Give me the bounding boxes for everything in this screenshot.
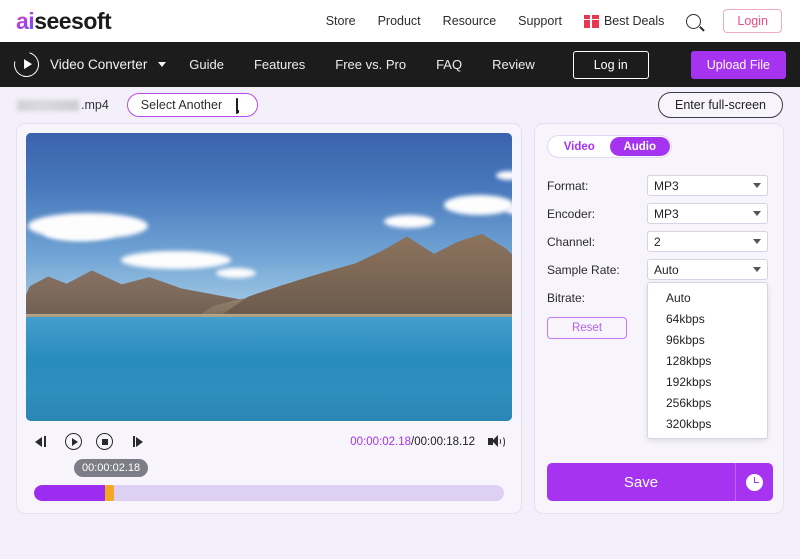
progress-tooltip-row: 00:00:02.18 bbox=[26, 450, 512, 477]
encoder-value: MP3 bbox=[654, 206, 679, 221]
nav-faq[interactable]: FAQ bbox=[436, 57, 462, 72]
bitrate-option-256[interactable]: 256kbps bbox=[648, 392, 767, 413]
product-name-label: Video Converter bbox=[50, 57, 148, 72]
bitrate-dropdown-list: Auto 64kbps 96kbps 128kbps 192kbps 256kb… bbox=[647, 282, 768, 439]
format-row: Format: MP3 bbox=[547, 175, 771, 196]
sample-rate-value: Auto bbox=[654, 262, 679, 277]
total-time: 00:00:18.12 bbox=[414, 435, 475, 448]
format-value: MP3 bbox=[654, 178, 679, 193]
sample-rate-label: Sample Rate: bbox=[547, 262, 620, 277]
main-content: 00:00:02.18/00:00:18.12 00:00:02.18 Vide… bbox=[0, 123, 800, 514]
top-nav-support[interactable]: Support bbox=[518, 14, 562, 28]
settings-panel: Video Audio Format: MP3 Encoder: MP3 Cha… bbox=[534, 123, 784, 514]
sample-rate-row: Sample Rate: Auto bbox=[547, 259, 771, 280]
top-nav-product[interactable]: Product bbox=[378, 14, 421, 28]
save-history-button[interactable] bbox=[735, 463, 773, 501]
time-display: 00:00:02.18/00:00:18.12 bbox=[350, 435, 505, 449]
product-nav-links: Guide Features Free vs. Pro FAQ Review L… bbox=[189, 50, 786, 79]
format-label: Format: bbox=[547, 178, 589, 193]
redacted-filename bbox=[17, 99, 79, 111]
progress-bar[interactable] bbox=[34, 485, 504, 501]
tab-video[interactable]: Video bbox=[549, 137, 610, 156]
time-readout: 00:00:02.18/00:00:18.12 bbox=[350, 436, 475, 448]
monitor-icon bbox=[230, 97, 244, 114]
chevron-down-icon bbox=[753, 239, 761, 244]
gift-icon bbox=[583, 14, 599, 28]
bitrate-option-64[interactable]: 64kbps bbox=[648, 308, 767, 329]
clock-icon bbox=[746, 473, 763, 491]
search-icon[interactable] bbox=[686, 13, 702, 29]
play-circle-icon bbox=[9, 47, 44, 82]
logo-suffix: seesoft bbox=[34, 7, 112, 34]
channel-value: 2 bbox=[654, 234, 661, 249]
progress-fill bbox=[34, 485, 105, 501]
select-another-button[interactable]: Select Another bbox=[126, 93, 259, 117]
nav-free-vs-pro[interactable]: Free vs. Pro bbox=[335, 57, 406, 72]
chevron-down-icon bbox=[753, 183, 761, 188]
media-type-toggle: Video Audio bbox=[547, 135, 672, 158]
enter-fullscreen-button[interactable]: Enter full-screen bbox=[657, 92, 783, 118]
file-bar: .mp4 Select Another Enter full-screen bbox=[0, 87, 800, 123]
transport-buttons bbox=[34, 433, 144, 450]
progress-tooltip: 00:00:02.18 bbox=[74, 459, 149, 477]
video-preview[interactable] bbox=[26, 133, 512, 421]
lake-region bbox=[26, 317, 512, 421]
upload-file-button[interactable]: Upload File bbox=[690, 50, 786, 79]
channel-label: Channel: bbox=[547, 234, 596, 249]
login-button[interactable]: Login bbox=[723, 9, 782, 33]
reset-button[interactable]: Reset bbox=[547, 317, 627, 339]
fast-forward-icon[interactable] bbox=[127, 433, 144, 450]
select-another-label: Select Another bbox=[140, 98, 223, 112]
progress-handle[interactable] bbox=[104, 485, 114, 501]
product-brand[interactable]: Video Converter bbox=[9, 47, 167, 82]
save-button[interactable]: Save bbox=[547, 463, 735, 501]
top-header-bar: ai seesoft Store Product Resource Support… bbox=[0, 0, 800, 42]
nav-guide[interactable]: Guide bbox=[189, 57, 224, 72]
channel-row: Channel: 2 bbox=[547, 231, 771, 252]
chevron-down-icon bbox=[753, 211, 761, 216]
file-extension: .mp4 bbox=[81, 98, 109, 112]
top-nav-store[interactable]: Store bbox=[326, 14, 356, 28]
bitrate-label: Bitrate: bbox=[547, 290, 586, 305]
cloud bbox=[44, 225, 114, 241]
encoder-label: Encoder: bbox=[547, 206, 596, 221]
nav-features[interactable]: Features bbox=[254, 57, 305, 72]
current-time: 00:00:02.18 bbox=[350, 435, 412, 448]
volume-icon[interactable] bbox=[488, 435, 505, 449]
top-navigation: Store Product Resource Support Best Deal… bbox=[326, 9, 782, 33]
progress-bar-wrap bbox=[26, 477, 512, 501]
cloud bbox=[384, 215, 434, 228]
bitrate-option-320[interactable]: 320kbps bbox=[648, 413, 767, 434]
logo-prefix: ai bbox=[16, 7, 35, 34]
encoder-select[interactable]: MP3 bbox=[647, 203, 768, 224]
nav-review[interactable]: Review bbox=[492, 57, 535, 72]
playback-controls: 00:00:02.18/00:00:18.12 bbox=[26, 421, 512, 450]
bitrate-option-192[interactable]: 192kbps bbox=[648, 371, 767, 392]
format-select[interactable]: MP3 bbox=[647, 175, 768, 196]
bitrate-option-128[interactable]: 128kbps bbox=[648, 350, 767, 371]
top-nav-resource[interactable]: Resource bbox=[443, 14, 497, 28]
product-navigation-bar: Video Converter Guide Features Free vs. … bbox=[0, 42, 800, 87]
chevron-down-icon[interactable] bbox=[158, 62, 167, 67]
player-panel: 00:00:02.18/00:00:18.12 00:00:02.18 bbox=[16, 123, 522, 514]
chevron-down-icon bbox=[753, 267, 761, 272]
bitrate-option-96[interactable]: 96kbps bbox=[648, 329, 767, 350]
rewind-icon[interactable] bbox=[34, 433, 51, 450]
cloud bbox=[444, 195, 512, 215]
save-row: Save bbox=[547, 463, 773, 501]
tab-audio[interactable]: Audio bbox=[609, 137, 670, 156]
best-deals-label: Best Deals bbox=[603, 14, 665, 28]
top-nav-best-deals[interactable]: Best Deals bbox=[583, 14, 665, 28]
channel-select[interactable]: 2 bbox=[647, 231, 768, 252]
bitrate-option-auto[interactable]: Auto bbox=[648, 287, 767, 308]
sample-rate-select[interactable]: Auto bbox=[647, 259, 768, 280]
encoder-row: Encoder: MP3 bbox=[547, 203, 771, 224]
current-file-name: .mp4 bbox=[17, 98, 109, 112]
cloud bbox=[216, 268, 256, 278]
aiseesoft-logo[interactable]: ai seesoft bbox=[16, 7, 112, 35]
cloud bbox=[121, 251, 231, 269]
play-circle-icon[interactable] bbox=[65, 433, 82, 450]
stop-circle-icon[interactable] bbox=[96, 433, 113, 450]
nav-log-in-button[interactable]: Log in bbox=[572, 50, 649, 79]
